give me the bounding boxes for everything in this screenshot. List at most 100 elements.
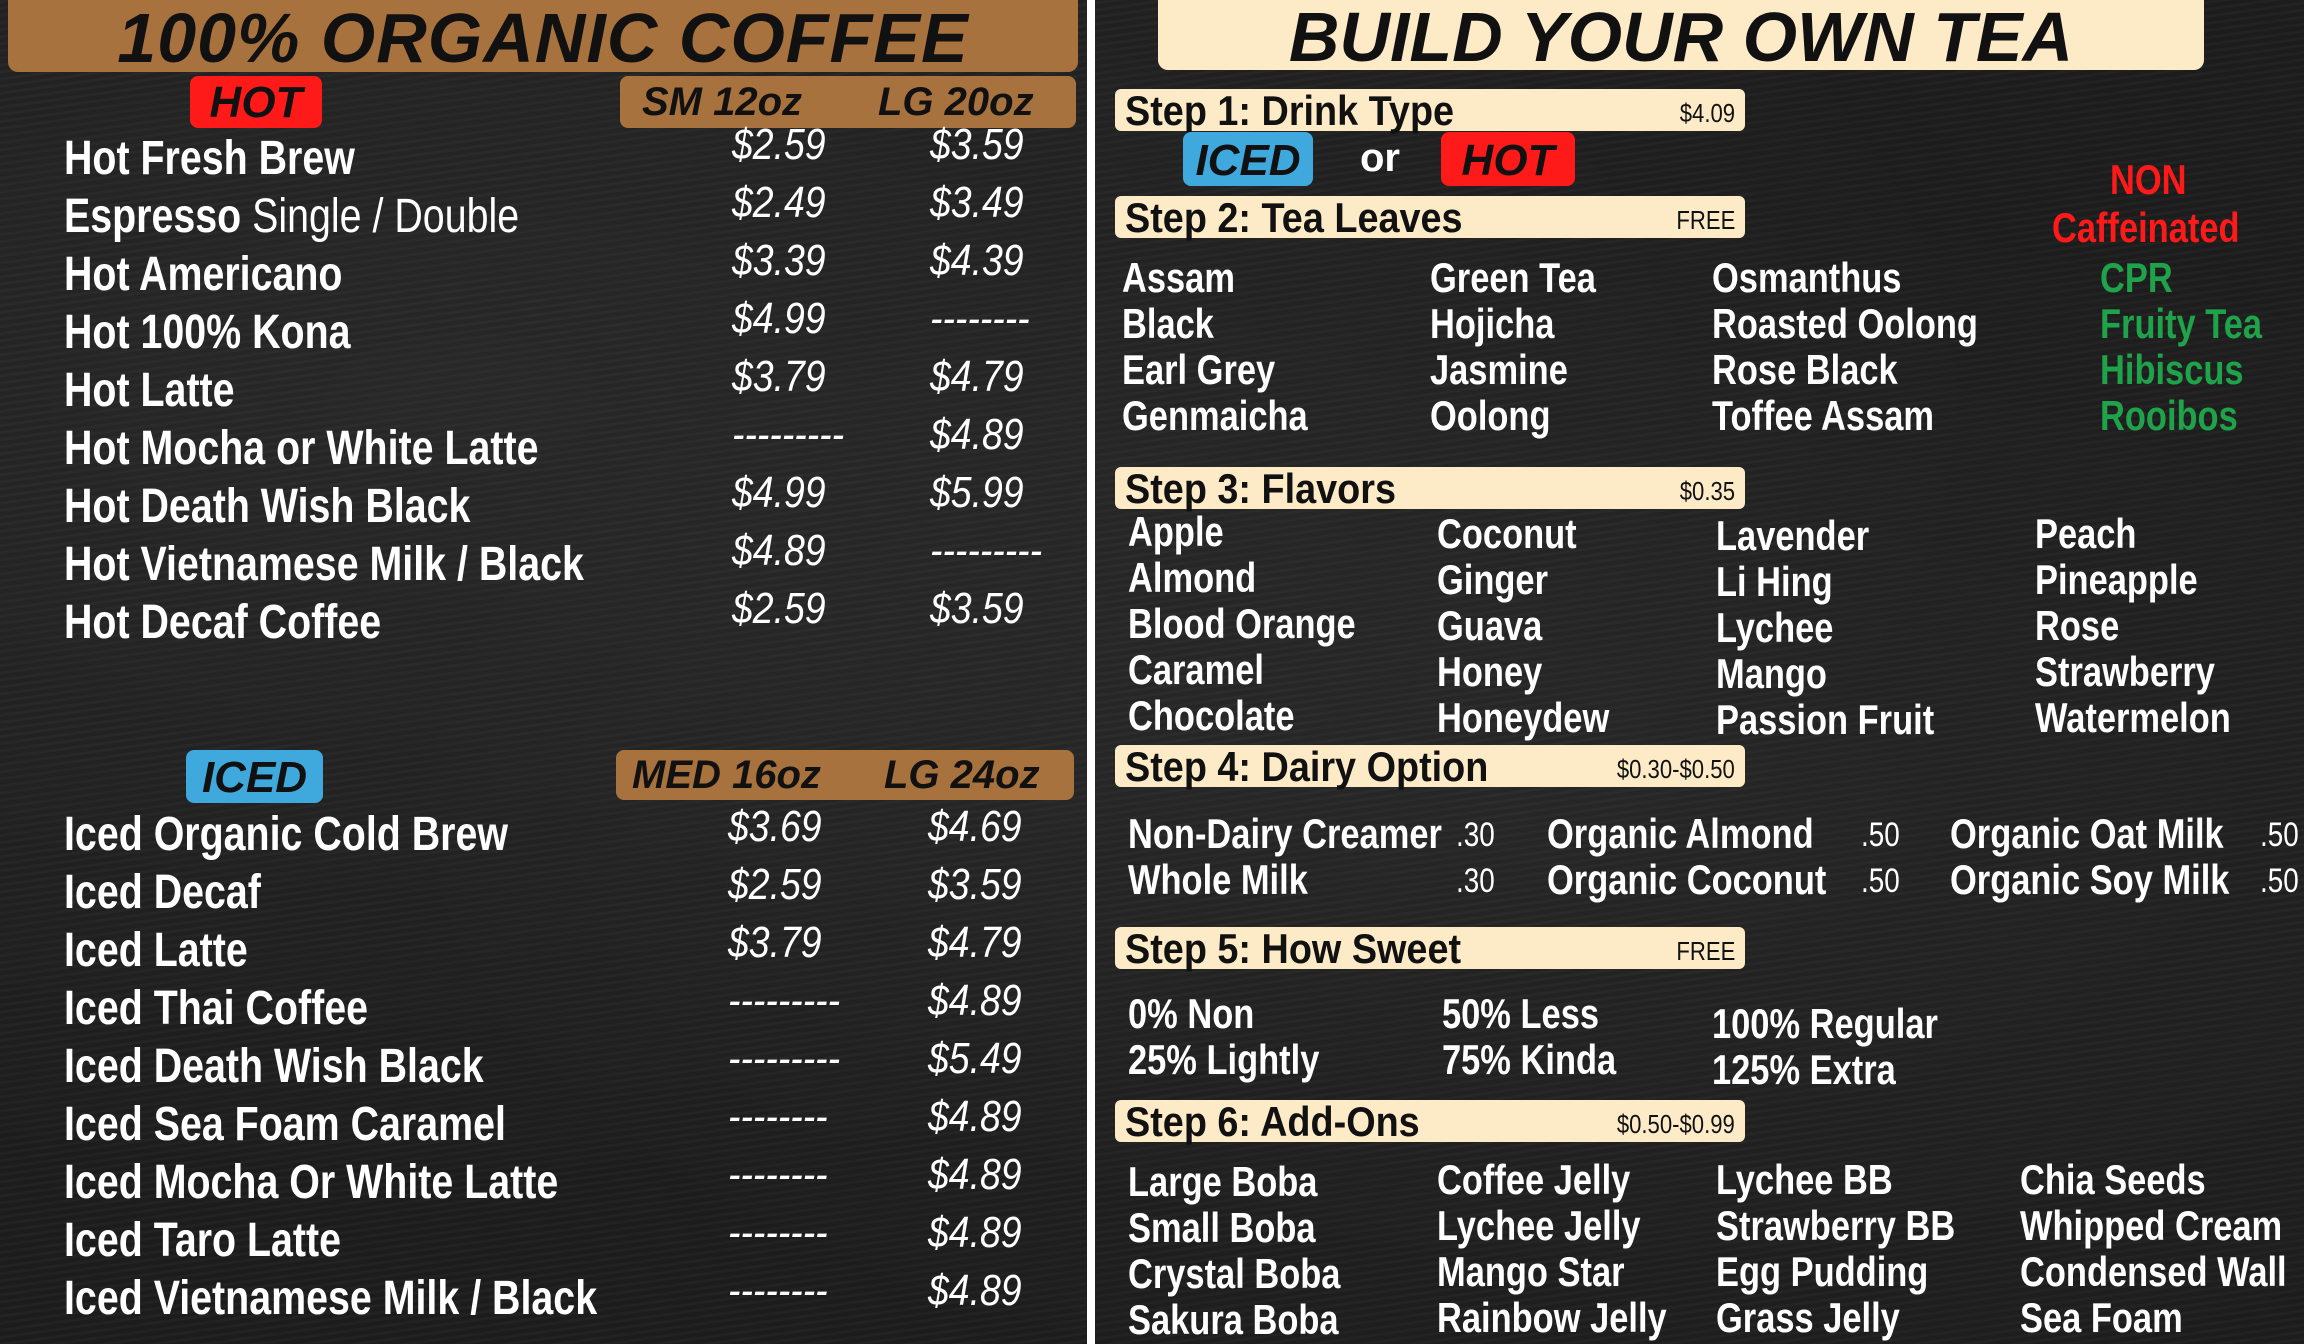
add-on-item: Whipped Cream [2020, 1202, 2283, 1249]
tea-leaf-item: Fruity Tea [2100, 300, 2263, 347]
non-caffeinated-label-2: Caffeinated [2052, 204, 2240, 251]
dairy-item-name: Organic Coconut [1547, 856, 1827, 903]
step2-price: FREE [1676, 205, 1735, 235]
menu-item-name: Iced Decaf [64, 866, 261, 919]
price-small: --------- [728, 976, 841, 1025]
hot-badge: HOT [190, 76, 322, 128]
step4-header: Step 4: Dairy Option $0.30-$0.50 [1115, 743, 1745, 790]
menu-item-name: Iced Organic Cold Brew [64, 808, 508, 861]
tea-or-text: or [1360, 136, 1400, 180]
tea-leaf-item: Jasmine [1430, 346, 1568, 393]
menu-row: Iced Sea Foam Caramel -------- $4.89 [0, 1092, 1080, 1154]
flavor-item: Li Hing [1716, 558, 1833, 605]
size-lg-label: LG 24oz [884, 752, 1040, 797]
add-on-item: Coffee Jelly [1437, 1156, 1631, 1203]
step4-label: Step 4: Dairy Option [1125, 743, 1489, 790]
add-on-item: Rainbow Jelly [1437, 1294, 1667, 1341]
price-small: $3.79 [732, 352, 826, 401]
tea-leaf-item: Osmanthus [1712, 254, 1902, 301]
flavor-item: Honey [1437, 648, 1543, 695]
flavor-item: Pineapple [2035, 556, 2198, 603]
step1-price: $4.09 [1679, 98, 1735, 128]
dairy-item-price: .30 [1456, 816, 1495, 854]
dairy-item-price: .50 [2260, 816, 2299, 854]
step4-price: $0.30-$0.50 [1617, 754, 1735, 784]
menu-row: Iced Vietnamese Milk / Black -------- $4.8… [0, 1266, 1080, 1328]
add-on-item: Large Boba [1128, 1158, 1318, 1205]
menu-item-name: Hot Americano [64, 248, 343, 301]
menu-row: Hot Decaf Coffee $2.59 $3.59 [0, 584, 1080, 652]
price-large: $5.99 [930, 468, 1024, 517]
menu-item-name: Iced Death Wish Black [64, 1040, 484, 1093]
tea-hot-option: HOT [1441, 132, 1575, 186]
menu-item-name: Hot Vietnamese Milk / Black [64, 538, 584, 591]
menu-item-name: Hot Latte [64, 364, 235, 417]
add-on-item: Small Boba [1128, 1204, 1316, 1251]
step2-label: Step 2: Tea Leaves [1125, 194, 1463, 241]
menu-item-name: Iced Sea Foam Caramel [64, 1098, 506, 1151]
dairy-item-price: .30 [1456, 862, 1495, 900]
price-small: $2.59 [732, 584, 826, 633]
step5-header: Step 5: How Sweet FREE [1115, 927, 1745, 971]
price-large: $3.59 [928, 860, 1022, 909]
sweetness-item: 50% Less [1442, 990, 1600, 1037]
menu-item-name: Espresso Single / Double [64, 190, 520, 243]
iced-badge: ICED [186, 750, 323, 803]
price-large: $3.59 [930, 584, 1024, 633]
menu-row: Iced Decaf $2.59 $3.59 [0, 860, 1080, 922]
add-on-item: Lychee Jelly [1437, 1202, 1641, 1249]
menu-item-name: Hot Mocha or White Latte [64, 422, 539, 475]
tea-leaf-item: Hibiscus [2100, 346, 2244, 393]
tea-leaf-item: Genmaicha [1122, 392, 1308, 439]
price-small: $3.39 [732, 236, 826, 285]
flavor-item: Passion Fruit [1716, 696, 1935, 743]
flavor-item: Chocolate [1128, 692, 1295, 739]
step3-label: Step 3: Flavors [1125, 465, 1396, 512]
flavor-item: Lychee [1716, 604, 1834, 651]
step1-label: Step 1: Drink Type [1125, 87, 1455, 134]
panel-divider [1087, 0, 1095, 1344]
add-on-item: Lychee BB [1716, 1156, 1893, 1203]
step6-header: Step 6: Add-Ons $0.50-$0.99 [1115, 1100, 1745, 1144]
price-large: $4.39 [930, 236, 1024, 285]
price-small: $4.99 [732, 294, 826, 343]
price-small: --------- [728, 1034, 841, 1083]
price-small: $3.69 [728, 802, 822, 851]
menu-item-name: Iced Taro Latte [64, 1214, 342, 1267]
flavor-item: Almond [1128, 554, 1257, 601]
flavor-item: Peach [2035, 510, 2137, 557]
dairy-item-name: Organic Almond [1547, 810, 1814, 857]
sweetness-item: 75% Kinda [1442, 1036, 1617, 1083]
menu-row: Hot Latte $3.79 $4.79 [0, 352, 1080, 420]
step1-header: Step 1: Drink Type $4.09 [1115, 87, 1745, 134]
tea-leaf-item: Oolong [1430, 392, 1551, 439]
step3-header: Step 3: Flavors $0.35 [1115, 465, 1745, 512]
add-on-item: Chia Seeds [2020, 1156, 2206, 1203]
tea-leaf-item: Assam [1122, 254, 1235, 301]
step2-header: Step 2: Tea Leaves FREE [1115, 194, 1745, 241]
price-small: -------- [728, 1150, 828, 1199]
menu-row: Hot Death Wish Black $4.99 $5.99 [0, 468, 1080, 536]
flavor-item: Apple [1128, 508, 1224, 555]
step5-price: FREE [1676, 936, 1735, 966]
flavor-item: Rose [2035, 602, 2120, 649]
flavor-item: Watermelon [2035, 694, 2231, 741]
add-on-item: Sakura Boba [1128, 1296, 1339, 1343]
tea-leaf-item: Roasted Oolong [1712, 300, 1978, 347]
iced-size-header: MED 16oz LG 24oz [616, 750, 1074, 800]
flavor-item: Lavender [1716, 512, 1870, 559]
menu-row: Hot Americano $3.39 $4.39 [0, 236, 1080, 304]
menu-item-name: Hot Death Wish Black [64, 480, 471, 533]
sweetness-item: 25% Lightly [1128, 1036, 1320, 1083]
add-on-item: Condensed Wall [2020, 1248, 2287, 1295]
menu-item-name: Iced Latte [64, 924, 248, 977]
price-small: $2.59 [728, 860, 822, 909]
price-large: $3.49 [930, 178, 1024, 227]
menu-row: Hot 100% Kona $4.99 -------- [0, 294, 1080, 362]
flavor-item: Strawberry [2035, 648, 2215, 695]
non-caffeinated-label-1: NON [2110, 156, 2187, 203]
price-small: $2.49 [732, 178, 826, 227]
size-lg-label: LG 20oz [878, 79, 1034, 124]
sweetness-item: 0% Non [1128, 990, 1255, 1037]
price-small: $4.99 [732, 468, 826, 517]
